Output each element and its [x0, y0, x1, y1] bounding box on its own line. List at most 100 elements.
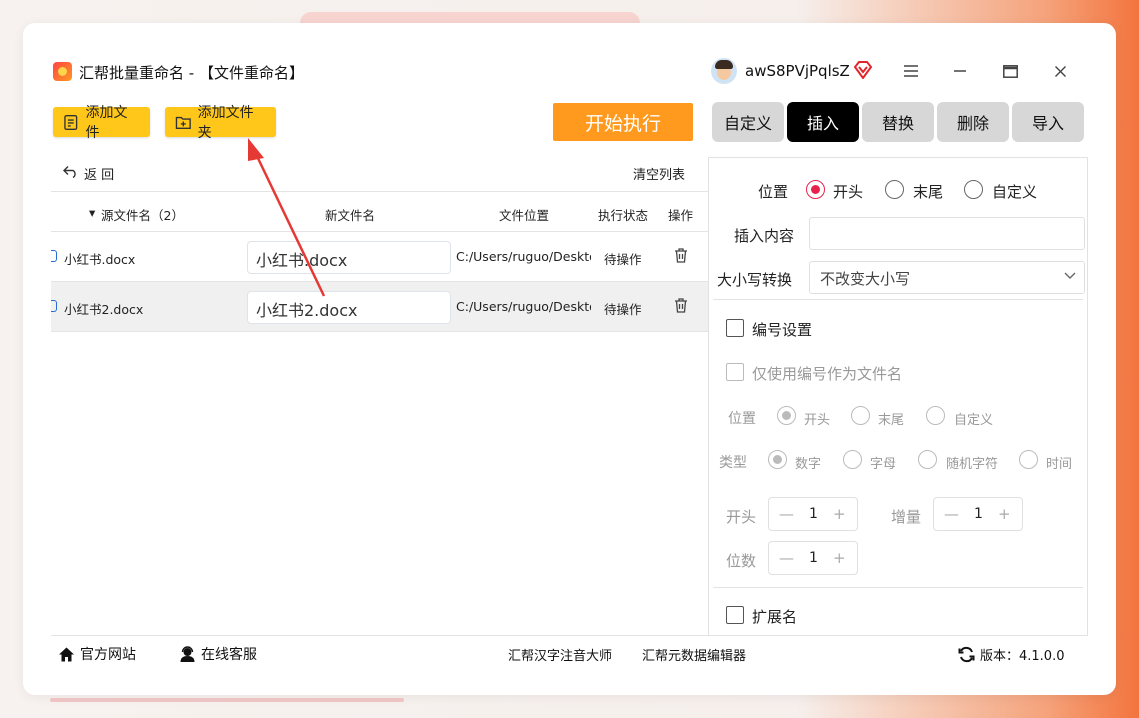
divider	[713, 587, 1083, 588]
back-label: 返 回	[84, 168, 115, 183]
plus-icon[interactable]: +	[998, 505, 1011, 523]
file-table: ▾ 源文件名（2） 新文件名 文件位置 执行状态 操作 小红书.docx 小红书…	[51, 191, 708, 634]
extension-checkbox[interactable]	[726, 606, 744, 624]
radio-position-end[interactable]	[885, 180, 904, 199]
type-time-label: 时间	[1046, 457, 1073, 472]
position-custom-label: 自定义	[992, 183, 1038, 201]
app-logo-icon	[53, 62, 72, 81]
back-arrow-icon	[63, 165, 78, 182]
radio-type-random[interactable]	[918, 450, 937, 469]
vip-diamond-icon[interactable]	[853, 61, 873, 80]
type-random-label: 随机字符	[946, 457, 999, 472]
column-location: 文件位置	[499, 208, 550, 223]
digits-value: 1	[809, 550, 818, 566]
radio-type-letter[interactable]	[843, 450, 862, 469]
support-label: 在线客服	[201, 647, 257, 663]
position-end-label: 末尾	[913, 183, 944, 201]
back-button[interactable]: 返 回	[63, 164, 114, 183]
footer-link-metadata[interactable]: 汇帮元数据编辑器	[642, 645, 746, 664]
number-only-checkbox[interactable]	[726, 363, 744, 381]
plus-icon[interactable]: +	[833, 549, 846, 567]
table-header: ▾ 源文件名（2） 新文件名 文件位置 执行状态 操作	[51, 191, 708, 232]
username[interactable]: awS8PVjPqlsZ	[745, 62, 850, 80]
footer-link-pinyin[interactable]: 汇帮汉字注音大师	[508, 645, 612, 664]
num-position-start-label: 开头	[804, 413, 831, 428]
minus-icon[interactable]: —	[779, 505, 794, 523]
website-label: 官方网站	[80, 647, 136, 663]
title-bar: 汇帮批量重命名 - 【文件重命名】 awS8PVjPqlsZ	[23, 23, 1116, 93]
radio-position-start[interactable]	[806, 180, 825, 199]
insert-settings-panel: 位置 开头 末尾 自定义 插入内容 大小写转换 不改变大小写 编号设置 仅使用编…	[708, 157, 1088, 635]
refresh-icon[interactable]	[958, 646, 975, 663]
radio-num-position-custom[interactable]	[926, 406, 945, 425]
case-select-value: 不改变大小写	[820, 270, 911, 288]
radio-num-position-start[interactable]	[777, 406, 796, 425]
status-text: 待操作	[604, 252, 642, 267]
radio-type-number[interactable]	[768, 450, 787, 469]
radio-type-time[interactable]	[1019, 450, 1038, 469]
divider	[713, 299, 1083, 300]
new-filename-field[interactable]: 小红书.docx	[247, 241, 451, 274]
column-source[interactable]: 源文件名（2）	[101, 205, 184, 224]
num-type-label: 类型	[719, 455, 747, 471]
insert-content-input[interactable]	[809, 217, 1085, 250]
numbering-checkbox[interactable]	[726, 319, 744, 337]
case-select[interactable]: 不改变大小写	[809, 261, 1085, 294]
app-window: 汇帮批量重命名 - 【文件重命名】 awS8PVjPqlsZ 添加文件 添加文件…	[23, 23, 1116, 695]
avatar[interactable]	[711, 58, 737, 84]
table-row[interactable]: 小红书.docx 小红书.docx C:/Users/ruguo/Deskto …	[51, 232, 708, 282]
trash-icon[interactable]	[675, 248, 687, 264]
source-filename: 小红书.docx	[64, 252, 136, 267]
tab-replace[interactable]: 替换	[862, 102, 934, 142]
new-filename-field[interactable]: 小红书2.docx	[247, 291, 451, 324]
plus-icon[interactable]: +	[833, 505, 846, 523]
support-link[interactable]: 在线客服	[179, 644, 257, 664]
digits-label: 位数	[726, 552, 757, 570]
minimize-icon[interactable]	[945, 57, 975, 85]
chevron-down-icon	[1064, 268, 1076, 284]
start-button[interactable]: 开始执行	[553, 103, 693, 141]
status-text: 待操作	[604, 302, 642, 317]
minus-icon[interactable]: —	[944, 505, 959, 523]
add-folder-button[interactable]: 添加文件夹	[165, 105, 276, 141]
website-link[interactable]: 官方网站	[58, 644, 136, 664]
increment-stepper[interactable]: — 1 +	[933, 497, 1023, 531]
radio-position-custom[interactable]	[964, 180, 983, 199]
source-filename: 小红书2.docx	[64, 302, 144, 317]
version-label: 版本：4.1.0.0	[980, 649, 1065, 664]
digits-stepper[interactable]: — 1 +	[768, 541, 858, 575]
file-location: C:/Users/ruguo/Deskto	[456, 299, 591, 314]
extension-label: 扩展名	[752, 608, 798, 626]
menu-icon[interactable]	[896, 57, 926, 85]
radio-num-position-end[interactable]	[851, 406, 870, 425]
background-decoration	[50, 698, 404, 702]
add-file-label: 添加文件	[85, 105, 128, 141]
app-title: 汇帮批量重命名 - 【文件重命名】	[79, 64, 304, 82]
table-row[interactable]: 小红书2.docx 小红书2.docx C:/Users/ruguo/Deskt…	[51, 282, 708, 332]
minus-icon[interactable]: —	[779, 549, 794, 567]
column-new-name: 新文件名	[325, 208, 376, 223]
version-info: 版本：4.1.0.0	[958, 645, 1064, 664]
tab-import[interactable]: 导入	[1012, 102, 1084, 142]
maximize-icon[interactable]	[995, 57, 1025, 85]
position-start-label: 开头	[833, 183, 864, 201]
num-position-custom-label: 自定义	[954, 413, 994, 428]
clear-list-button[interactable]: 清空列表	[633, 164, 685, 183]
tab-insert[interactable]: 插入	[787, 102, 859, 142]
add-file-button[interactable]: 添加文件	[53, 105, 150, 141]
trash-icon[interactable]	[675, 298, 687, 314]
home-icon	[59, 647, 74, 661]
sort-down-icon[interactable]: ▾	[89, 205, 95, 220]
tab-custom[interactable]: 自定义	[712, 102, 784, 142]
tab-delete[interactable]: 删除	[937, 102, 1009, 142]
type-number-label: 数字	[795, 457, 822, 472]
number-only-label: 仅使用编号作为文件名	[752, 365, 903, 383]
headset-icon	[180, 645, 195, 662]
close-icon[interactable]	[1045, 57, 1075, 85]
increment-value: 1	[974, 506, 983, 522]
start-value: 1	[809, 506, 818, 522]
position-label: 位置	[758, 183, 789, 201]
start-stepper[interactable]: — 1 +	[768, 497, 858, 531]
add-file-icon	[64, 114, 78, 130]
column-status: 执行状态	[598, 208, 649, 223]
